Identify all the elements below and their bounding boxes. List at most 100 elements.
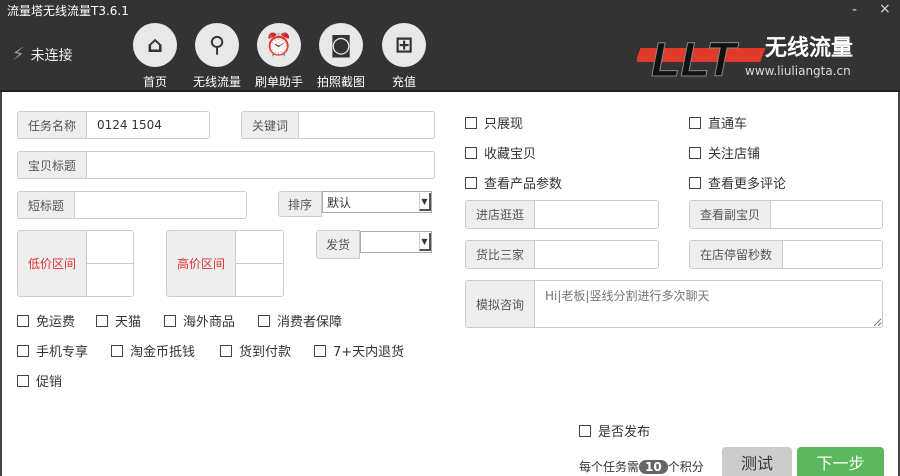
checkbox-promotion[interactable]: 促销 — [17, 371, 62, 390]
checkbox-label: 手机专享 — [36, 345, 89, 360]
cost-badge: 10 — [639, 459, 668, 474]
view-sub-label: 查看副宝贝 — [690, 201, 771, 228]
checkbox-overseas[interactable]: 海外商品 — [164, 311, 235, 330]
shipping-select[interactable]: ▼ — [360, 231, 432, 253]
svg-text:LLT: LLT — [651, 34, 739, 82]
checkbox-consumer-protection[interactable]: 消费者保障 — [258, 311, 342, 330]
checkbox-label: 直通车 — [708, 117, 748, 132]
nav-label: 拍照截图 — [316, 75, 365, 89]
minimize-button[interactable]: - — [852, 2, 857, 18]
chevron-down-icon: ▼ — [419, 233, 431, 251]
checkbox-7day-return[interactable]: 7+天内退货 — [314, 341, 404, 360]
stay-seconds-input[interactable] — [783, 241, 882, 268]
stay-seconds-label: 在店停留秒数 — [690, 241, 783, 268]
checkbox-publish[interactable]: 是否发布 — [579, 421, 650, 440]
alarm-clock-icon: ⏰ — [257, 23, 301, 67]
task-name-group: 任务名称 — [17, 111, 210, 139]
short-title-label: 短标题 — [18, 192, 75, 218]
checkbox-label: 收藏宝贝 — [484, 147, 537, 162]
task-name-input[interactable] — [87, 112, 209, 138]
checkbox-box[interactable] — [17, 344, 29, 357]
app-title: 流量塔无线流量T3.6.1 — [7, 4, 129, 18]
checkbox-label: 7+天内退货 — [333, 345, 405, 360]
checkbox-through-train[interactable]: 直通车 — [689, 113, 747, 132]
short-title-input[interactable] — [75, 192, 246, 218]
checkbox-label: 天猫 — [115, 315, 142, 330]
test-button[interactable]: 测试 — [722, 447, 792, 476]
checkbox-more-reviews[interactable]: 查看更多评论 — [689, 173, 786, 192]
checkbox-label: 消费者保障 — [277, 315, 343, 330]
item-title-group: 宝贝标题 — [17, 151, 435, 179]
chevron-down-icon: ▼ — [419, 193, 431, 211]
high-price-label: 高价区间 — [167, 231, 236, 296]
checkbox-box[interactable] — [220, 344, 232, 357]
checkbox-box[interactable] — [96, 314, 108, 327]
compare-input[interactable] — [535, 241, 658, 268]
basket-icon: ⊞ — [382, 23, 426, 67]
checkbox-box[interactable] — [689, 116, 701, 129]
checkbox-box[interactable] — [314, 344, 326, 357]
view-sub-group: 查看副宝贝 % — [689, 200, 883, 229]
next-step-button[interactable]: 下一步 — [797, 447, 884, 476]
item-title-input[interactable] — [87, 152, 434, 178]
high-price-group: 高价区间 — [166, 230, 284, 297]
camera-icon: ◙ — [319, 23, 363, 67]
checkbox-tmall[interactable]: 天猫 — [96, 311, 141, 330]
low-price-label: 低价区间 — [18, 231, 87, 296]
checkbox-display-only[interactable]: 只展现 — [465, 113, 523, 132]
checkbox-label: 关注店铺 — [708, 147, 761, 162]
checkbox-label: 免运费 — [36, 315, 76, 330]
close-button[interactable]: × — [879, 1, 891, 17]
checkbox-cod[interactable]: 货到付款 — [220, 341, 291, 360]
checkbox-view-params[interactable]: 查看产品参数 — [465, 173, 562, 192]
sort-select[interactable]: 默认 ▼ — [322, 191, 432, 213]
checkbox-label: 只展现 — [484, 117, 524, 132]
checkbox-box[interactable] — [164, 314, 176, 327]
checkbox-free-shipping[interactable]: 免运费 — [17, 311, 75, 330]
nav-order-helper[interactable]: ⏰ 刷单助手 — [249, 23, 309, 90]
checkbox-label: 海外商品 — [183, 315, 236, 330]
visit-shop-input[interactable] — [535, 201, 658, 228]
nav-label: 刷单助手 — [254, 75, 303, 89]
high-price-max-input[interactable] — [236, 264, 283, 296]
home-icon: ⌂ — [133, 23, 177, 67]
checkbox-box[interactable] — [465, 116, 477, 129]
consult-group: 模拟咨询 — [465, 280, 883, 328]
item-title-label: 宝贝标题 — [18, 152, 87, 178]
keyword-input[interactable] — [299, 112, 434, 138]
checkbox-box[interactable] — [17, 374, 29, 387]
checkbox-box[interactable] — [465, 146, 477, 159]
visit-shop-group: 进店逛逛 % — [465, 200, 659, 229]
view-sub-input[interactable] — [771, 201, 882, 228]
logo: LLT 无线流量 www.liuliangta.cn — [637, 28, 867, 83]
checkbox-label: 是否发布 — [598, 425, 651, 440]
checkbox-box[interactable] — [258, 314, 270, 327]
checkbox-box[interactable] — [689, 146, 701, 159]
low-price-group: 低价区间 — [17, 230, 134, 297]
nav-screenshot[interactable]: ◙ 拍照截图 — [311, 23, 371, 90]
checkbox-mobile-only[interactable]: 手机专享 — [17, 341, 88, 360]
checkbox-box[interactable] — [17, 314, 29, 327]
low-price-max-input[interactable] — [87, 264, 133, 296]
compare-label: 货比三家 — [466, 241, 535, 268]
checkbox-favorite-item[interactable]: 收藏宝贝 — [465, 143, 536, 162]
connection-status[interactable]: ⚡ 未连接 — [12, 44, 73, 65]
checkbox-label: 查看产品参数 — [484, 177, 563, 192]
nav-recharge[interactable]: ⊞ 充值 — [374, 23, 434, 90]
low-price-min-input[interactable] — [87, 231, 133, 264]
checkbox-box[interactable] — [689, 176, 701, 189]
checkbox-box[interactable] — [111, 344, 123, 357]
nav-wireless-traffic[interactable]: ⚲ 无线流量 — [187, 23, 247, 90]
high-price-min-input[interactable] — [236, 231, 283, 264]
nav-home[interactable]: ⌂ 首页 — [125, 23, 185, 90]
connection-label: 未连接 — [30, 47, 73, 64]
search-icon: ⚲ — [195, 23, 239, 67]
checkbox-box[interactable] — [465, 176, 477, 189]
checkbox-box[interactable] — [579, 424, 591, 437]
checkbox-label: 促销 — [36, 375, 63, 390]
consult-textarea[interactable] — [535, 281, 882, 327]
checkbox-taojinbi[interactable]: 淘金币抵钱 — [111, 341, 195, 360]
checkbox-follow-shop[interactable]: 关注店铺 — [689, 143, 760, 162]
sort-label: 排序 — [278, 191, 322, 217]
compare-group: 货比三家 — [465, 240, 659, 269]
